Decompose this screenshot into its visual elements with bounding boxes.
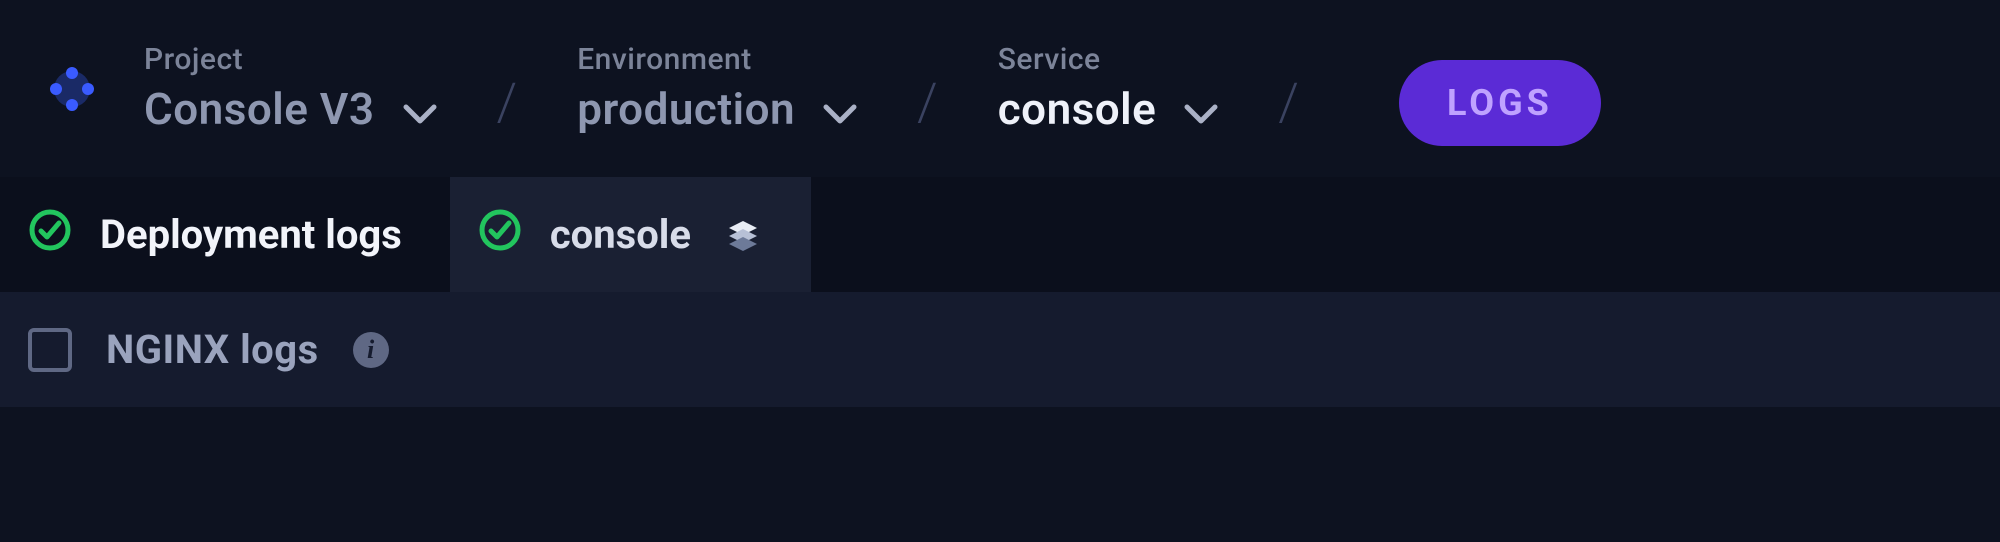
breadcrumb-environment-label: Environment (577, 42, 857, 77)
breadcrumb-project-label: Project (144, 42, 437, 77)
logs-badge[interactable]: LOGS (1399, 60, 1601, 146)
breadcrumb-separator: / (1218, 44, 1359, 133)
content-area (0, 407, 2000, 542)
app-logo-icon (42, 59, 102, 119)
tab-label: Deployment logs (100, 211, 402, 258)
breadcrumb-project[interactable]: Project Console V3 (144, 42, 437, 135)
chevron-down-icon[interactable] (823, 93, 857, 125)
tab-bar: Deployment logs console (0, 177, 2000, 292)
breadcrumb-environment[interactable]: Environment production (577, 42, 857, 135)
chevron-down-icon[interactable] (403, 93, 437, 125)
breadcrumb-bar: Project Console V3 / Environment product… (0, 0, 2000, 177)
chevron-down-icon[interactable] (1184, 93, 1218, 125)
tab-console[interactable]: console (450, 177, 811, 292)
nginx-logs-label: NGINX logs (106, 326, 319, 373)
nginx-logs-checkbox[interactable] (28, 328, 72, 372)
breadcrumb-separator: / (857, 44, 998, 133)
breadcrumb-service-value: console (998, 83, 1157, 135)
tab-deployment-logs[interactable]: Deployment logs (0, 177, 450, 292)
info-icon[interactable]: i (353, 332, 389, 368)
checkmark-circle-icon (28, 208, 72, 262)
stack-icon (723, 215, 763, 255)
tab-label: console (550, 211, 691, 258)
app-logo[interactable] (40, 57, 104, 121)
checkmark-circle-icon (478, 208, 522, 262)
breadcrumb-environment-value: production (577, 83, 795, 135)
breadcrumb-service[interactable]: Service console (998, 42, 1219, 135)
breadcrumb-service-label: Service (998, 42, 1219, 77)
breadcrumb-project-value: Console V3 (144, 83, 375, 135)
option-row-nginx-logs: NGINX logs i (0, 292, 2000, 407)
breadcrumb-separator: / (437, 44, 578, 133)
